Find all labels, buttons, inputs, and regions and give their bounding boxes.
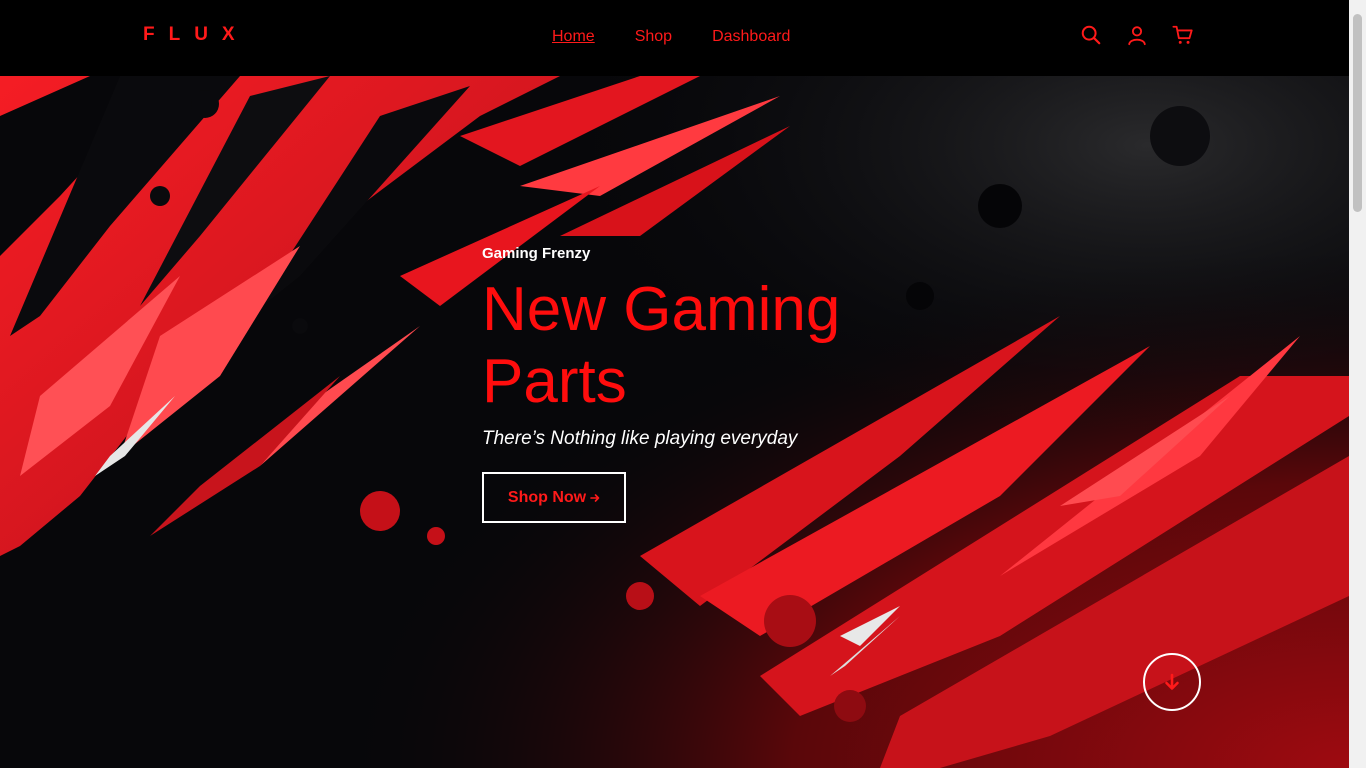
nav-link-home[interactable]: Home: [552, 28, 595, 46]
navbar: FLUX Home Shop Dashboard: [0, 0, 1349, 76]
search-icon[interactable]: [1080, 24, 1102, 46]
hero-section: Gaming Frenzy New Gaming Parts There’s N…: [0, 76, 1349, 768]
nav-link-shop[interactable]: Shop: [635, 28, 672, 46]
user-icon[interactable]: [1126, 24, 1148, 46]
arrow-right-icon: [590, 493, 600, 502]
scrollbar-thumb[interactable]: [1353, 14, 1362, 212]
hero-subtitle: There’s Nothing like playing everyday: [482, 428, 798, 449]
scroll-down-button[interactable]: [1143, 653, 1201, 711]
shop-now-button[interactable]: Shop Now: [482, 472, 626, 523]
nav-links: Home Shop Dashboard: [552, 28, 790, 46]
hero-headline: New Gaming Parts: [482, 275, 841, 416]
logo[interactable]: FLUX: [143, 24, 249, 46]
page-scrollbar[interactable]: [1349, 0, 1366, 768]
hero-content: Gaming Frenzy New Gaming Parts There’s N…: [482, 245, 922, 523]
arrow-down-icon: [1165, 673, 1179, 690]
nav-link-dashboard[interactable]: Dashboard: [712, 28, 790, 46]
cart-icon[interactable]: [1172, 24, 1194, 46]
shop-now-label: Shop Now: [507, 488, 587, 506]
nav-icons: [1080, 24, 1194, 46]
hero-eyebrow: Gaming Frenzy: [482, 245, 591, 262]
